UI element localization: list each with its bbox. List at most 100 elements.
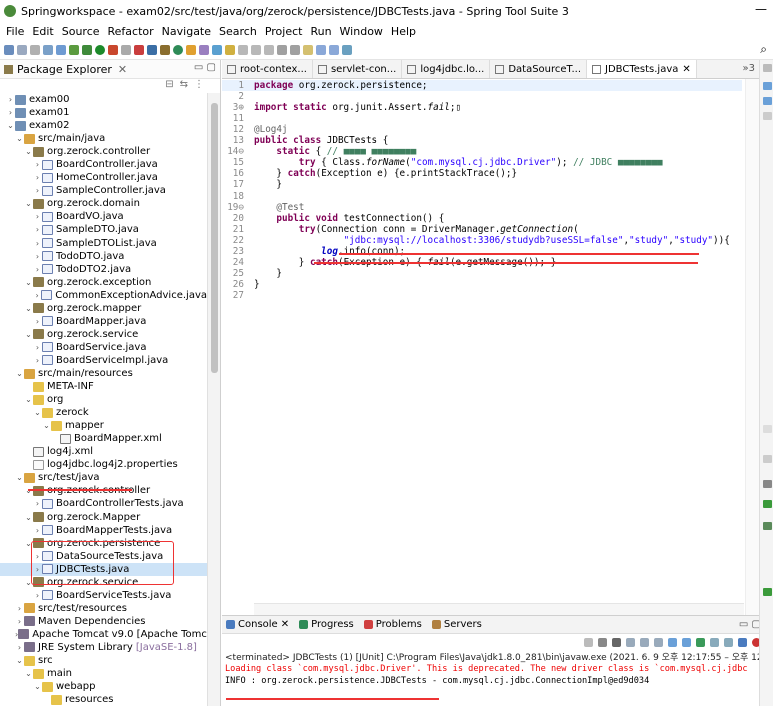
menu-navigate[interactable]: Navigate	[158, 25, 215, 38]
tree-item[interactable]: › SampleController.java	[0, 184, 207, 197]
view-menu-icon[interactable]: ⋮	[194, 79, 204, 93]
new-icon[interactable]	[4, 44, 14, 55]
code-line[interactable]: 25 }	[222, 268, 742, 279]
code-line[interactable]: 21 try(Connection conn = DriverManager.g…	[222, 224, 742, 235]
menu-source[interactable]: Source	[58, 25, 104, 38]
scroll-lock-icon[interactable]	[640, 637, 649, 647]
console-output[interactable]: Loading class `com.mysql.jdbc.Driver'. T…	[222, 663, 767, 687]
tree-item[interactable]: › src/test/resources	[0, 602, 207, 615]
tree-item[interactable]: › TodoDTO.java	[0, 250, 207, 263]
task-list-icon[interactable]	[763, 82, 772, 90]
code-line[interactable]: 3⊕ import static org.junit.Assert.fail;▯	[222, 102, 742, 113]
window-icon[interactable]	[147, 44, 157, 55]
code-line[interactable]: 23 log.info(conn);	[222, 246, 742, 257]
spring-icon[interactable]	[69, 44, 79, 55]
code-line[interactable]: 22 "jdbc:mysql://localhost:3306/studydb?…	[222, 235, 742, 246]
collapse-icon[interactable]: ⌄	[6, 119, 15, 132]
collapse-icon[interactable]: ⌄	[24, 145, 33, 158]
outline-view-icon[interactable]	[763, 97, 772, 105]
remove-all-icon[interactable]	[612, 637, 621, 647]
pilcrow-icon[interactable]	[264, 44, 274, 55]
tree-item[interactable]: › BoardVO.java	[0, 210, 207, 223]
collapse-icon[interactable]: ⌄	[15, 471, 24, 484]
display-console-icon[interactable]	[710, 637, 719, 647]
spring-explorer-icon[interactable]	[763, 112, 772, 120]
pin-console-icon[interactable]	[696, 637, 705, 647]
code-line[interactable]: 14⊖ static { // ■■■■ ■■■■■■■■	[222, 146, 742, 157]
boot-dashboard-icon[interactable]	[763, 500, 772, 508]
tree-item[interactable]: ⌄ org.zerock.service	[0, 328, 207, 341]
remove-launch-icon[interactable]	[598, 637, 607, 647]
last-edit-icon[interactable]	[303, 44, 313, 55]
expand-icon[interactable]: ›	[33, 589, 42, 602]
minimize-view-icon[interactable]	[763, 480, 772, 488]
save-all-icon[interactable]	[30, 44, 40, 55]
copy-icon[interactable]	[738, 637, 747, 647]
search-icon[interactable]: ⌕	[760, 42, 767, 57]
expand-icon[interactable]: ›	[33, 354, 42, 367]
code-line[interactable]: 2	[222, 91, 742, 102]
expand-icon[interactable]: ›	[33, 289, 41, 302]
editor-overflow[interactable]: »3	[743, 63, 755, 74]
tree-item[interactable]: › BoardController.java	[0, 158, 207, 171]
menu-file[interactable]: File	[2, 25, 28, 38]
tree-item[interactable]: log4j.xml	[0, 445, 207, 458]
editor-tab[interactable]: root-contex...	[222, 60, 313, 78]
menu-refactor[interactable]: Refactor	[104, 25, 158, 38]
menu-help[interactable]: Help	[387, 25, 420, 38]
editor-tab[interactable]: log4jdbc.lo...	[402, 60, 491, 78]
expand-icon[interactable]: ›	[33, 497, 42, 510]
tree-item[interactable]: ⌄ org	[0, 393, 207, 406]
external-tools-icon[interactable]	[108, 44, 118, 55]
expand-icon[interactable]: ›	[33, 171, 42, 184]
tree-item[interactable]: › exam01	[0, 106, 207, 119]
tree-item[interactable]: ⌄ exam02	[0, 119, 207, 132]
tab-problems[interactable]: Problems	[363, 619, 422, 630]
collapse-icon[interactable]: ⌄	[24, 328, 33, 341]
tree-item[interactable]: › CommonExceptionAdvice.java	[0, 289, 207, 302]
pin-icon[interactable]	[238, 44, 248, 55]
save-icon[interactable]	[17, 44, 27, 55]
collapse-icon[interactable]: ⌄	[33, 680, 42, 693]
menu-run[interactable]: Run	[306, 25, 335, 38]
collapse-icon[interactable]: ⌄	[24, 511, 33, 524]
close-tab-icon[interactable]: ✕	[682, 64, 690, 75]
tree-item[interactable]: META-INF	[0, 380, 207, 393]
coverage-icon[interactable]	[121, 44, 131, 55]
new-class-icon[interactable]	[173, 44, 183, 55]
expand-icon[interactable]: ›	[15, 615, 24, 628]
expand-icon[interactable]: ›	[33, 210, 42, 223]
tab-servers[interactable]: Servers	[431, 619, 482, 630]
code-line[interactable]: 16 } catch(Exception e) {e.printStackTra…	[222, 168, 742, 179]
tree-item[interactable]: ⌄ src/test/java	[0, 471, 207, 484]
expand-icon[interactable]: ›	[6, 106, 15, 119]
code-line[interactable]: 1 package org.zerock.persistence;	[222, 80, 742, 91]
tree-item[interactable]: › JRE System Library [JavaSE-1.8]	[0, 641, 207, 654]
prev-annotation-icon[interactable]	[290, 44, 300, 55]
perspective-icon[interactable]	[342, 44, 352, 55]
tree-item[interactable]: › Apache Tomcat v9.0 [Apache Tomcat	[0, 628, 207, 641]
search-tool-icon[interactable]	[212, 44, 222, 55]
tab-progress[interactable]: Progress	[299, 619, 354, 630]
next-annotation-icon[interactable]	[277, 44, 287, 55]
expand-icon[interactable]: ›	[33, 524, 42, 537]
code-line[interactable]: 20 public void testConnection() {	[222, 213, 742, 224]
tree-item[interactable]: › BoardService.java	[0, 341, 207, 354]
code-line[interactable]: 17 }	[222, 179, 742, 190]
tree-item[interactable]: › BoardControllerTests.java	[0, 497, 207, 510]
expand-icon[interactable]: ›	[33, 250, 42, 263]
expand-icon[interactable]: ›	[33, 237, 42, 250]
terminal-icon[interactable]	[56, 44, 66, 55]
expand-icon[interactable]: ›	[6, 93, 15, 106]
editor-scrollbar[interactable]	[745, 79, 759, 615]
code-line[interactable]: 27	[222, 290, 742, 301]
menu-window[interactable]: Window	[336, 25, 387, 38]
editor-hscrollbar[interactable]	[254, 603, 744, 615]
stop-server-icon[interactable]	[134, 44, 144, 55]
scrollbar-thumb[interactable]	[211, 103, 218, 373]
collapse-icon[interactable]: ⌄	[15, 654, 24, 667]
back-icon[interactable]	[316, 44, 326, 55]
collapse-icon[interactable]: ⌄	[24, 393, 33, 406]
tree-item[interactable]: › BoardMapper.java	[0, 315, 207, 328]
expand-icon[interactable]: ›	[33, 158, 42, 171]
